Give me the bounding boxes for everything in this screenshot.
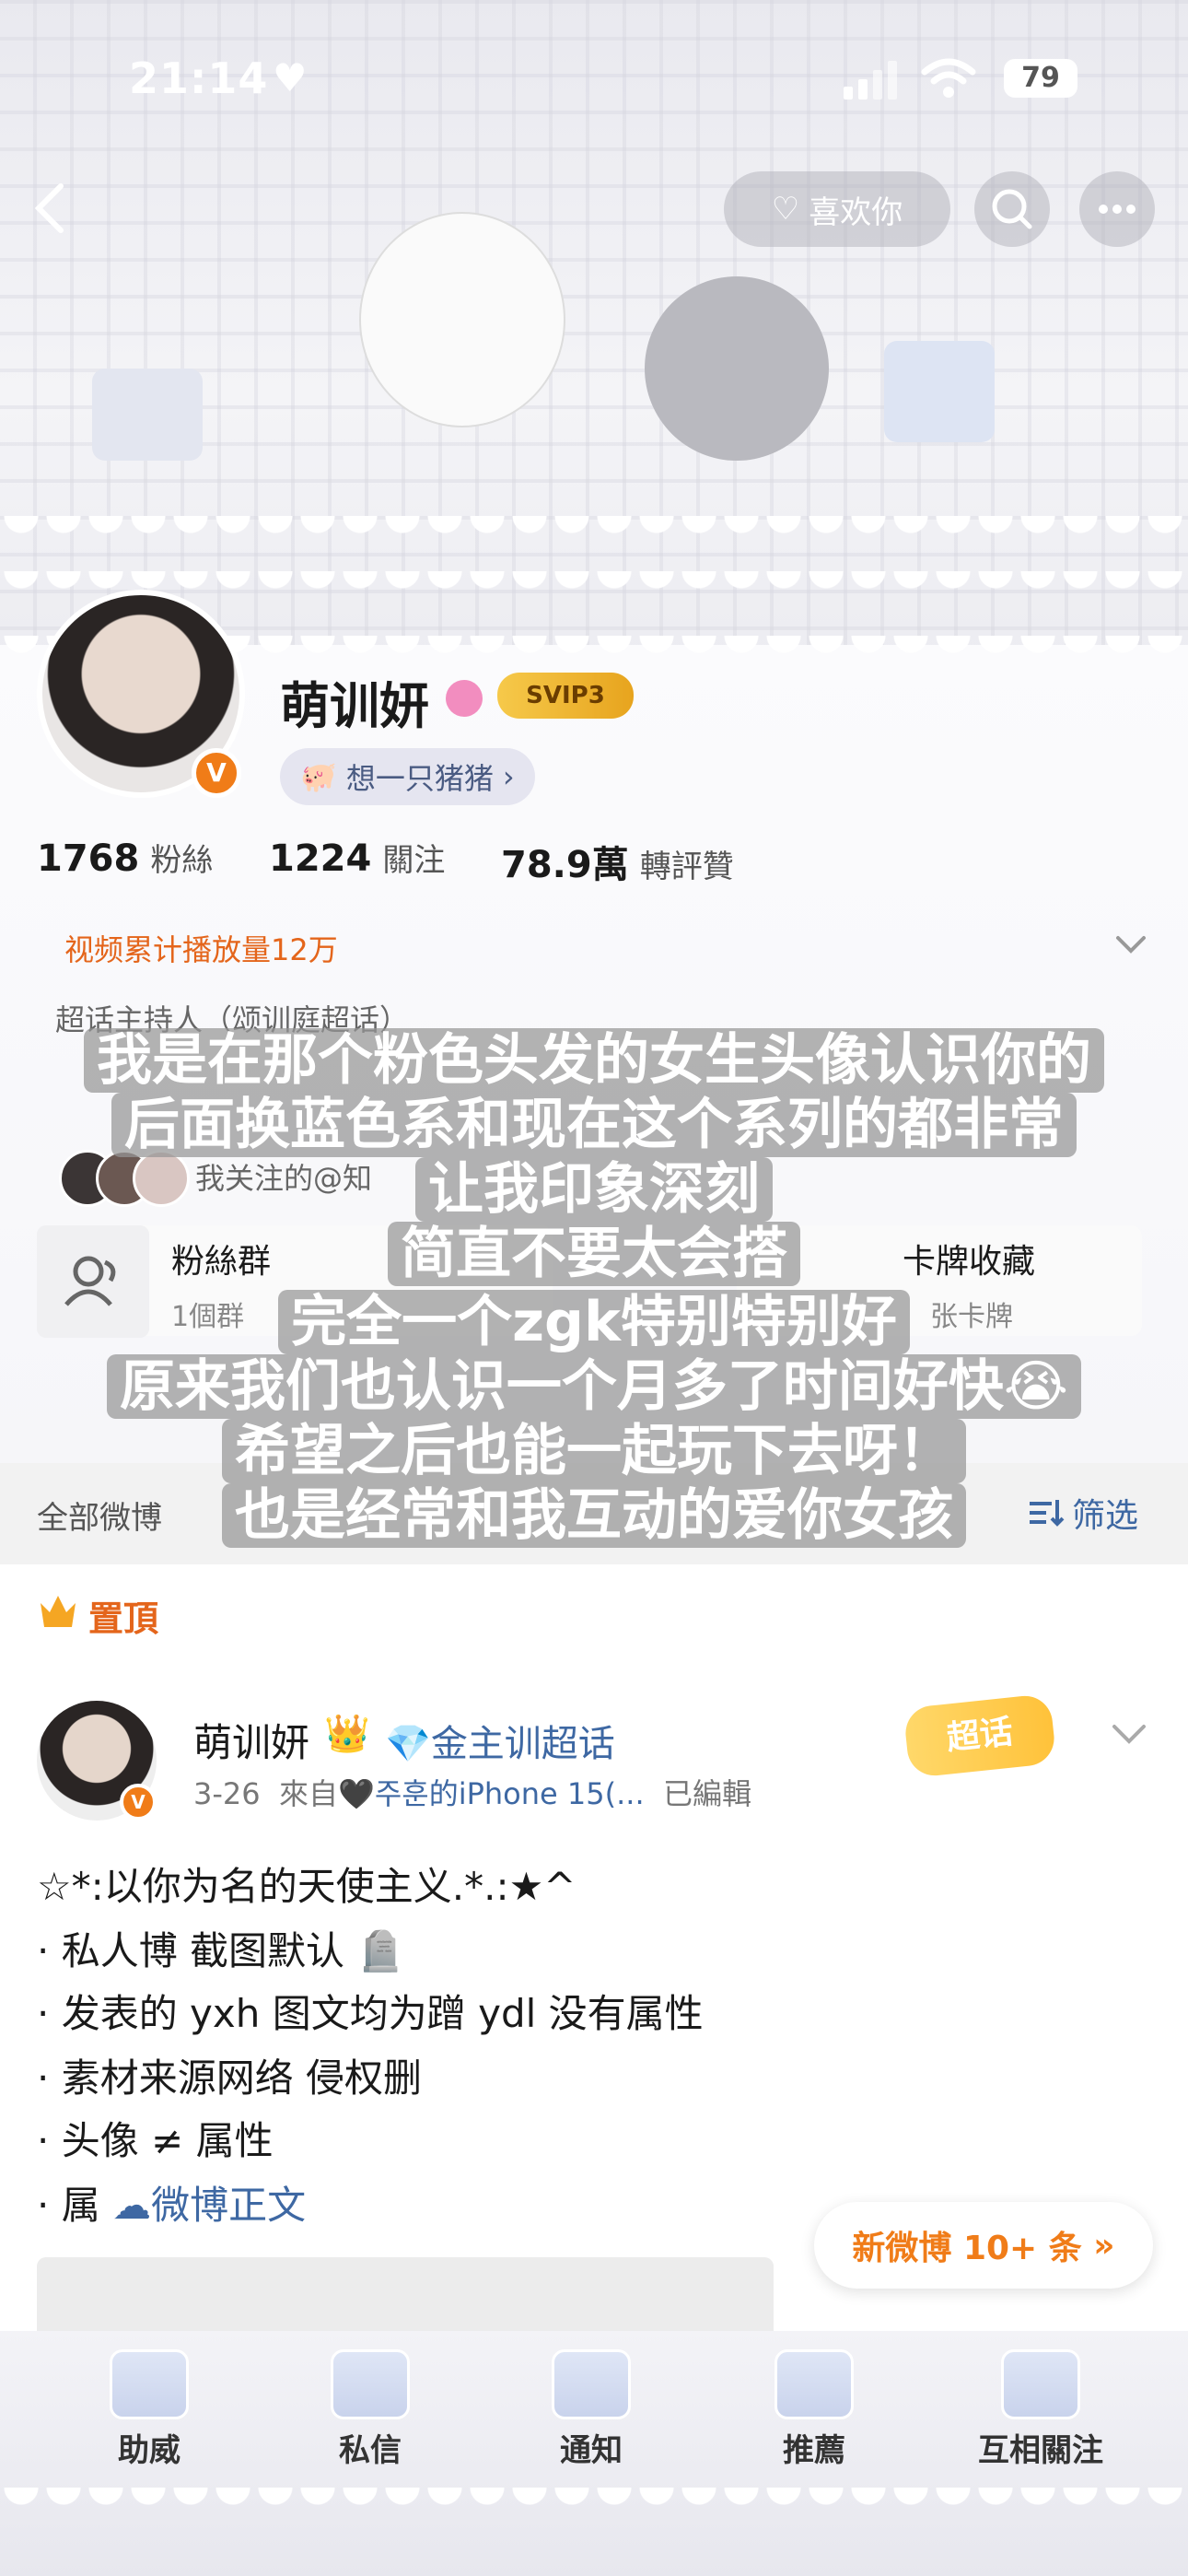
stat-label: 關注: [382, 842, 446, 879]
more-icon: [1099, 205, 1136, 214]
status-time: 21:14: [129, 53, 269, 103]
banner-bear-white: [359, 212, 565, 427]
overlay-text: 完全一个zgk特别特别好: [278, 1290, 910, 1354]
stat-label: 轉評贊: [639, 849, 734, 885]
post-device[interactable]: 주훈的iPhone 15(...: [375, 1776, 645, 1811]
like-you-label: 喜欢你: [809, 193, 903, 231]
stat-value: 78.9萬: [501, 844, 629, 886]
post-text-prefix: · 属: [37, 2183, 100, 2228]
female-icon: [446, 680, 483, 717]
supertopic-sticker[interactable]: 超话: [903, 1692, 1057, 1779]
chevron-double-down-icon: »: [1081, 2226, 1115, 2265]
profile-nickname: 萌训妍: [280, 677, 429, 735]
banner-gift: [92, 369, 203, 461]
banner-bear-grey: [645, 276, 829, 461]
signal-icon: [844, 61, 897, 100]
nav-notifications[interactable]: 通知: [518, 2349, 665, 2470]
post-from: 來自: [278, 1776, 338, 1811]
post-date: 3-26: [193, 1776, 261, 1811]
gift-icon: [110, 2349, 189, 2419]
overlay-caption-line: 我是在那个粉色头发的女生头像认识你的: [0, 1028, 1188, 1093]
stat-followers[interactable]: 1768 粉絲: [37, 835, 213, 880]
svip-badge[interactable]: SVIP3: [497, 673, 634, 719]
nav-messages[interactable]: 私信: [297, 2349, 444, 2470]
post-text-line: · 头像 ≠ 属性: [37, 2118, 274, 2163]
new-posts-button[interactable]: 新微博 10+ 条 »: [814, 2202, 1153, 2289]
pinned-label: 置頂: [88, 1598, 159, 1639]
overlay-caption-line: 让我印象深刻: [0, 1157, 1188, 1222]
crown-icon: 👑: [324, 1713, 370, 1755]
pig-icon: 🐖: [300, 759, 337, 794]
overlay-caption-line: 也是经常和我互动的爱你女孩: [0, 1483, 1188, 1548]
heart-icon: ♥: [273, 55, 308, 100]
stat-label: 粉絲: [150, 842, 214, 879]
post-full-text-label: 微博正文: [151, 2183, 307, 2228]
bell-icon: [552, 2349, 631, 2419]
more-button[interactable]: [1079, 171, 1155, 247]
heart-outline-icon: ♡: [771, 191, 800, 228]
chevron-down-icon[interactable]: [1114, 931, 1147, 958]
stat-likes[interactable]: 78.9萬 轉評贊: [501, 835, 734, 888]
wifi-icon: [921, 58, 976, 98]
overlay-caption-line: 原来我们也认识一个月多了时间好快😭: [0, 1354, 1188, 1419]
overlay-caption-line: 完全一个zgk特别特别好: [0, 1290, 1188, 1354]
overlay-caption-line: 希望之后也能一起玩下去呀！: [0, 1419, 1188, 1483]
bottom-nav-lace: [0, 2488, 1188, 2530]
chevron-right-icon: ›: [502, 759, 515, 794]
banner-gift: [884, 341, 995, 442]
nav-notifications-label: 通知: [560, 2432, 623, 2469]
post-full-text-link[interactable]: ☁微博正文: [112, 2183, 306, 2228]
overlay-caption-line: 简直不要太会搭: [0, 1222, 1188, 1286]
stat-following[interactable]: 1224 關注: [269, 835, 445, 880]
message-icon: [331, 2349, 410, 2419]
like-you-button[interactable]: ♡ 喜欢你: [724, 171, 950, 247]
battery-indicator: 79: [1004, 59, 1077, 98]
nav-recommend[interactable]: 推薦: [740, 2349, 888, 2470]
overlay-text: 简直不要太会搭: [388, 1222, 800, 1286]
stat-value: 1768: [37, 837, 140, 880]
overlay-caption-line: 后面换蓝色系和现在这个系列的都非常: [0, 1093, 1188, 1157]
post-topic-label: 金主训超话: [430, 1723, 615, 1765]
nav-mutual-follow[interactable]: 互相關注: [967, 2349, 1114, 2470]
black-heart-icon: 🖤: [337, 1776, 375, 1811]
post-text-line: ☆*:以你为名的天使主义.*.:★^: [37, 1864, 577, 1909]
signature-chip[interactable]: 🐖 想一只猪猪 ›: [280, 748, 535, 805]
overlay-text: 让我印象深刻: [415, 1157, 773, 1222]
post-meta: 3-26 來自🖤주훈的iPhone 15(... 已編輯: [193, 1771, 751, 1813]
stat-value: 1224: [269, 837, 372, 880]
video-play-stat: 视频累计播放量12万: [64, 932, 338, 967]
back-icon[interactable]: [28, 181, 74, 236]
chevron-down-icon[interactable]: [1111, 1719, 1147, 1747]
nav-messages-label: 私信: [339, 2432, 402, 2469]
search-button[interactable]: [974, 171, 1050, 247]
nav-help[interactable]: 助威: [76, 2349, 223, 2470]
nav-mutual-follow-label: 互相關注: [978, 2432, 1103, 2469]
nav-recommend-label: 推薦: [783, 2432, 845, 2469]
post-topic-link[interactable]: 💎金主训超话: [385, 1714, 615, 1767]
verified-badge: V: [120, 1784, 157, 1821]
post-edited: 已編輯: [662, 1776, 751, 1811]
nav-help-label: 助威: [118, 2432, 181, 2469]
post-author-name[interactable]: 萌训妍: [193, 1712, 309, 1768]
verified-badge: V: [192, 748, 241, 798]
overlay-text: 原来我们也认识一个月多了时间好快😭: [106, 1354, 1082, 1419]
post-text-line: · 素材来源网络 侵权删: [37, 2055, 423, 2101]
recommend-icon: [775, 2349, 854, 2419]
overlay-text: 后面换蓝色系和现在这个系列的都非常: [111, 1093, 1077, 1157]
cloud-icon: ☁: [112, 2183, 152, 2228]
follow-icon: [1001, 2349, 1080, 2419]
diamond-icon: 💎: [385, 1723, 431, 1765]
overlay-text: 希望之后也能一起玩下去呀！: [222, 1419, 966, 1483]
post-text-line-last: · 属 ☁微博正文: [37, 2174, 306, 2231]
new-posts-label: 新微博 10+ 条: [852, 2230, 1082, 2267]
banner-lace: [0, 516, 1188, 558]
post-text-line: · 发表的 yxh 图文均为蹭 ydl 没有属性: [37, 1991, 704, 2036]
overlay-text: 也是经常和我互动的爱你女孩: [222, 1483, 966, 1548]
overlay-text: 我是在那个粉色头发的女生头像认识你的: [84, 1028, 1104, 1093]
post-text-line: · 私人博 截图默认 🪦: [37, 1928, 405, 1973]
crown-icon: [41, 1596, 76, 1627]
signature-text: 想一只猪猪: [345, 761, 494, 796]
search-icon: [992, 189, 1032, 229]
